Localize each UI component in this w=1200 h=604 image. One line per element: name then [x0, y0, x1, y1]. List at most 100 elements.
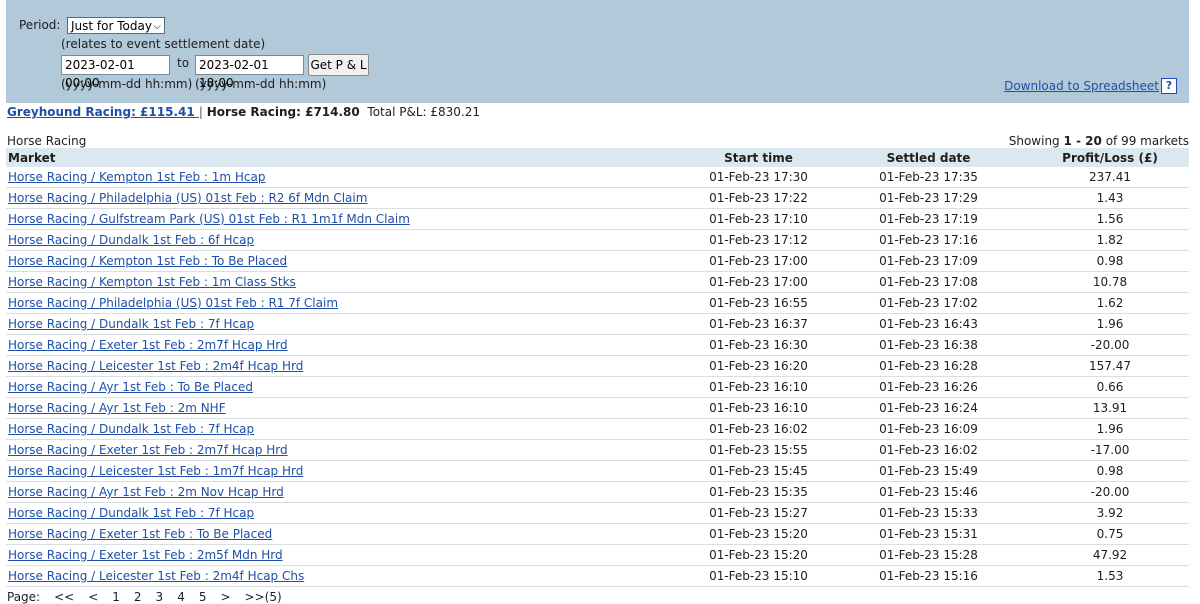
- settled-date-cell: 01-Feb-23 17:08: [826, 271, 1031, 293]
- market-link[interactable]: Horse Racing / Exeter 1st Feb : 2m7f Hca…: [8, 443, 288, 457]
- pagination: Page: << <1 2 3 4 5 > >>(5): [7, 590, 296, 604]
- market-cell: Horse Racing / Kempton 1st Feb : 1m Clas…: [6, 271, 691, 293]
- settled-date-cell: 01-Feb-23 17:09: [826, 250, 1031, 272]
- settled-date-cell: 01-Feb-23 17:16: [826, 229, 1031, 251]
- market-cell: Horse Racing / Dundalk 1st Feb : 7f Hcap: [6, 313, 691, 335]
- table-header-row: Market Start time Settled date Profit/Lo…: [6, 148, 1189, 167]
- market-cell: Horse Racing / Dundalk 1st Feb : 6f Hcap: [6, 229, 691, 251]
- market-link[interactable]: Horse Racing / Kempton 1st Feb : To Be P…: [8, 254, 287, 268]
- market-link[interactable]: Horse Racing / Dundalk 1st Feb : 7f Hcap: [8, 422, 254, 436]
- period-label: Period:: [19, 18, 61, 32]
- market-cell: Horse Racing / Exeter 1st Feb : 2m7f Hca…: [6, 334, 691, 356]
- column-header-market[interactable]: Market: [6, 148, 691, 167]
- pager-item[interactable]: >>(5): [245, 590, 282, 604]
- profit-loss-cell: 0.66: [1031, 376, 1189, 398]
- table-row: Horse Racing / Leicester 1st Feb : 2m4f …: [6, 565, 1189, 587]
- start-time-cell: 01-Feb-23 15:10: [691, 565, 826, 587]
- market-cell: Horse Racing / Dundalk 1st Feb : 7f Hcap: [6, 418, 691, 440]
- to-date-input[interactable]: 2023-02-01 18:00: [195, 55, 304, 90]
- market-link[interactable]: Horse Racing / Kempton 1st Feb : 1m Hcap: [8, 170, 265, 184]
- market-link[interactable]: Horse Racing / Dundalk 1st Feb : 7f Hcap: [8, 317, 254, 331]
- market-link[interactable]: Horse Racing / Exeter 1st Feb : To Be Pl…: [8, 527, 272, 541]
- horse-racing-total: Horse Racing: £714.80: [206, 105, 360, 119]
- market-link[interactable]: Horse Racing / Philadelphia (US) 01st Fe…: [8, 191, 367, 205]
- table-row: Horse Racing / Ayr 1st Feb : 2m NHF 01-Fe…: [6, 397, 1189, 419]
- to-label: to: [177, 56, 190, 70]
- start-time-cell: 01-Feb-23 16:10: [691, 376, 826, 398]
- pager-item[interactable]: 1: [112, 590, 120, 604]
- chevron-down-icon: ⌵: [153, 21, 161, 32]
- market-link[interactable]: Horse Racing / Leicester 1st Feb : 2m4f …: [8, 569, 304, 583]
- table-row: Horse Racing / Kempton 1st Feb : 1m Hcap…: [6, 167, 1189, 188]
- profit-loss-cell: 3.92: [1031, 502, 1189, 524]
- pager-item[interactable]: 3: [156, 590, 164, 604]
- total-pl: Total P&L: £830.21: [367, 105, 481, 119]
- table-row: Horse Racing / Leicester 1st Feb : 2m4f …: [6, 355, 1189, 377]
- profit-loss-cell: 1.96: [1031, 418, 1189, 440]
- start-time-cell: 01-Feb-23 16:37: [691, 313, 826, 335]
- settled-date-cell: 01-Feb-23 17:35: [826, 167, 1031, 188]
- start-time-cell: 01-Feb-23 17:00: [691, 271, 826, 293]
- market-cell: Horse Racing / Ayr 1st Feb : 2m NHF: [6, 397, 691, 419]
- table-row: Horse Racing / Philadelphia (US) 01st Fe…: [6, 187, 1189, 209]
- showing-prefix: Showing: [1008, 134, 1064, 148]
- pager-item[interactable]: <: [88, 590, 98, 604]
- help-icon[interactable]: ?: [1161, 78, 1177, 94]
- profit-loss-cell: 237.41: [1031, 167, 1189, 188]
- get-pl-button[interactable]: Get P & L: [308, 54, 369, 76]
- settled-date-cell: 01-Feb-23 15:33: [826, 502, 1031, 524]
- start-time-cell: 01-Feb-23 15:35: [691, 481, 826, 503]
- start-time-cell: 01-Feb-23 17:22: [691, 187, 826, 209]
- profit-loss-cell: -17.00: [1031, 439, 1189, 461]
- market-link[interactable]: Horse Racing / Exeter 1st Feb : 2m7f Hca…: [8, 338, 288, 352]
- pager-item[interactable]: >: [220, 590, 230, 604]
- market-cell: Horse Racing / Philadelphia (US) 01st Fe…: [6, 187, 691, 209]
- profit-loss-cell: 47.92: [1031, 544, 1189, 566]
- profit-loss-cell: 1.62: [1031, 292, 1189, 314]
- settled-date-cell: 01-Feb-23 16:26: [826, 376, 1031, 398]
- pager-item[interactable]: 2: [134, 590, 142, 604]
- from-date-input[interactable]: 2023-02-01 00:00: [61, 55, 170, 90]
- pager-item[interactable]: <<: [54, 590, 74, 604]
- market-link[interactable]: Horse Racing / Ayr 1st Feb : 2m Nov Hcap…: [8, 485, 284, 499]
- profit-loss-cell: 0.98: [1031, 250, 1189, 272]
- market-cell: Horse Racing / Exeter 1st Feb : 2m5f Mdn…: [6, 544, 691, 566]
- market-link[interactable]: Horse Racing / Ayr 1st Feb : To Be Place…: [8, 380, 253, 394]
- showing-count: Showing 1 - 20 of 99 markets: [1009, 134, 1189, 148]
- market-link[interactable]: Horse Racing / Exeter 1st Feb : 2m5f Mdn…: [8, 548, 283, 562]
- column-header-start-time[interactable]: Start time: [691, 148, 826, 167]
- settled-date-cell: 01-Feb-23 17:02: [826, 292, 1031, 314]
- market-link[interactable]: Horse Racing / Leicester 1st Feb : 2m4f …: [8, 359, 303, 373]
- market-link[interactable]: Horse Racing / Ayr 1st Feb : 2m NHF: [8, 401, 226, 415]
- profit-loss-cell: 0.75: [1031, 523, 1189, 545]
- market-link[interactable]: Horse Racing / Dundalk 1st Feb : 6f Hcap: [8, 233, 254, 247]
- start-time-cell: 01-Feb-23 16:55: [691, 292, 826, 314]
- start-time-cell: 01-Feb-23 17:10: [691, 208, 826, 230]
- column-header-profit-loss[interactable]: Profit/Loss (£): [1031, 148, 1189, 167]
- start-time-cell: 01-Feb-23 15:55: [691, 439, 826, 461]
- market-cell: Horse Racing / Dundalk 1st Feb : 7f Hcap: [6, 502, 691, 524]
- start-time-cell: 01-Feb-23 15:20: [691, 523, 826, 545]
- start-time-cell: 01-Feb-23 16:30: [691, 334, 826, 356]
- start-time-cell: 01-Feb-23 17:00: [691, 250, 826, 272]
- pager-item[interactable]: 4: [177, 590, 185, 604]
- table-row: Horse Racing / Dundalk 1st Feb : 7f Hcap…: [6, 313, 1189, 335]
- market-link[interactable]: Horse Racing / Dundalk 1st Feb : 7f Hcap: [8, 506, 254, 520]
- summary-separator: |: [198, 105, 203, 119]
- market-link[interactable]: Horse Racing / Leicester 1st Feb : 1m7f …: [8, 464, 303, 478]
- market-link[interactable]: Horse Racing / Philadelphia (US) 01st Fe…: [8, 296, 338, 310]
- start-time-cell: 01-Feb-23 17:30: [691, 167, 826, 188]
- column-header-settled-date[interactable]: Settled date: [826, 148, 1031, 167]
- market-cell: Horse Racing / Gulfstream Park (US) 01st…: [6, 208, 691, 230]
- market-link[interactable]: Horse Racing / Kempton 1st Feb : 1m Clas…: [8, 275, 296, 289]
- greyhound-racing-link[interactable]: Greyhound Racing: £115.41: [7, 105, 199, 119]
- to-date-hint: (yyyy-mm-dd hh:mm): [195, 77, 327, 91]
- table-row: Horse Racing / Kempton 1st Feb : 1m Clas…: [6, 271, 1189, 293]
- table-row: Horse Racing / Philadelphia (US) 01st Fe…: [6, 292, 1189, 314]
- download-spreadsheet-link[interactable]: Download to Spreadsheet: [1004, 79, 1159, 93]
- period-select[interactable]: Just for Today ⌵: [67, 17, 165, 34]
- pager-item[interactable]: 5: [199, 590, 207, 604]
- market-link[interactable]: Horse Racing / Gulfstream Park (US) 01st…: [8, 212, 410, 226]
- period-note: (relates to event settlement date): [61, 37, 266, 51]
- showing-range: 1 - 20: [1063, 134, 1102, 148]
